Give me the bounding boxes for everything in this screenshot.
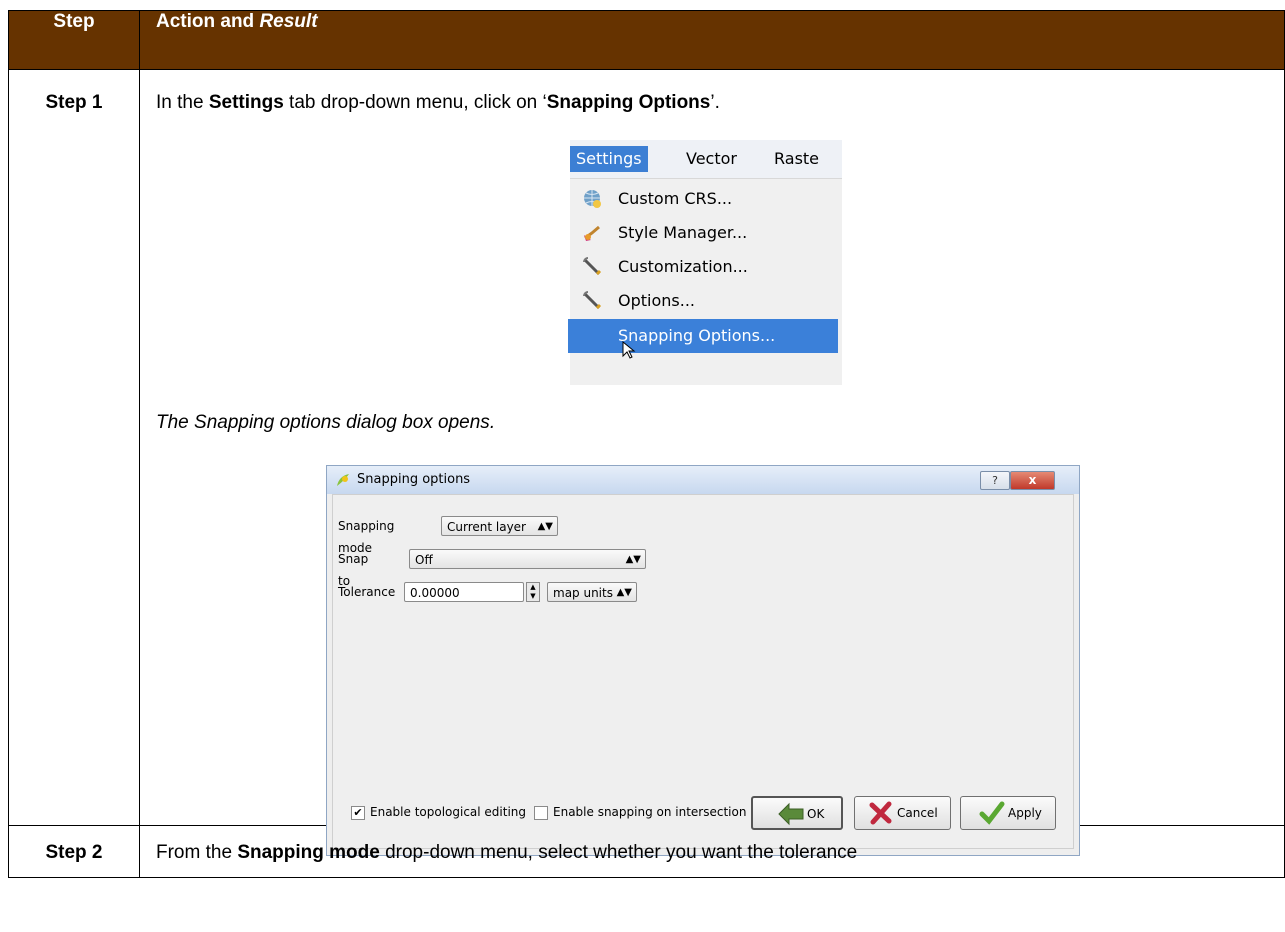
snapping-intersection-checkbox[interactable] <box>534 806 548 820</box>
table-row-step2: Step 2 From the Snapping mode drop-down … <box>8 825 1285 878</box>
help-button[interactable]: ? <box>980 471 1010 490</box>
header-step: Step <box>8 10 140 70</box>
dialog-titlebar: Snapping options ? x <box>327 466 1079 494</box>
updown-arrow-icon: ▲▼ <box>616 587 632 598</box>
wrench-icon <box>583 291 602 310</box>
cursor-icon <box>622 341 636 359</box>
red-x-icon <box>869 801 892 825</box>
step1-result: The Snapping options dialog box opens. <box>156 412 496 433</box>
menu-item-custom-crs[interactable]: Custom CRS... <box>570 182 842 216</box>
green-arrow-icon <box>778 802 804 826</box>
step1-label: Step 1 <box>8 69 140 826</box>
snapping-intersection-label: Enable snapping on intersection <box>553 805 747 819</box>
step1-action: In the Settings tab drop-down menu, clic… <box>139 69 1285 856</box>
procedure-table: Step Action and Result Step 1 In the Set… <box>8 10 1285 878</box>
menu-item-style-manager[interactable]: Style Manager... <box>570 216 842 250</box>
topological-editing-label: Enable topological editing <box>370 805 527 819</box>
table-row-step1: Step 1 In the Settings tab drop-down men… <box>8 69 1285 856</box>
menu-item-options[interactable]: Options... <box>570 284 842 318</box>
snapping-options-dialog: Snapping options ? x Snapping mode Curre… <box>326 465 1080 856</box>
wrench-icon <box>583 257 602 276</box>
tolerance-input[interactable]: 0.00000 <box>404 582 524 602</box>
step2-instruction: From the Snapping mode drop-down menu, s… <box>156 842 858 863</box>
step1-instruction: In the Settings tab drop-down menu, clic… <box>156 92 720 113</box>
menu-vector[interactable]: Vector <box>680 146 743 172</box>
settings-menu-screenshot: Settings Vector Raste Custom CRS... Styl… <box>568 140 842 385</box>
header-action-text: Action and <box>156 11 260 32</box>
tolerance-label: Tolerance <box>338 585 396 599</box>
dialog-title: Snapping options <box>357 472 471 487</box>
menu-item-customization[interactable]: Customization... <box>570 250 842 284</box>
close-button[interactable]: x <box>1010 471 1055 490</box>
menu-settings[interactable]: Settings <box>570 146 648 172</box>
qgis-logo-icon <box>337 474 349 486</box>
table-header-row: Step Action and Result <box>8 10 1285 70</box>
menu-bar: Settings Vector Raste <box>570 140 842 179</box>
tolerance-spinner[interactable]: ▲ ▼ <box>526 582 540 602</box>
topological-editing-checkbox[interactable]: ✔ <box>351 806 365 820</box>
tolerance-units-select[interactable]: map units ▲▼ <box>547 582 637 602</box>
menu-raster[interactable]: Raste <box>768 146 825 172</box>
menu-item-snapping-options[interactable]: Snapping Options... <box>568 319 838 359</box>
header-action: Action and Result <box>139 10 1285 70</box>
snapping-mode-select[interactable]: Current layer ▲▼ <box>441 516 558 536</box>
dialog-body: Snapping mode Current layer ▲▼ Snap to Of… <box>332 494 1074 849</box>
snap-to-select[interactable]: Off ▲▼ <box>409 549 646 569</box>
updown-arrow-icon: ▲▼ <box>625 554 641 565</box>
updown-arrow-icon: ▲▼ <box>537 521 553 532</box>
checkmark-icon <box>979 801 1005 825</box>
paintbrush-icon <box>584 225 600 241</box>
step2-action: From the Snapping mode drop-down menu, s… <box>139 825 1285 878</box>
header-result-text: Result <box>259 11 318 32</box>
globe-icon <box>584 190 601 208</box>
step2-label: Step 2 <box>8 825 140 878</box>
